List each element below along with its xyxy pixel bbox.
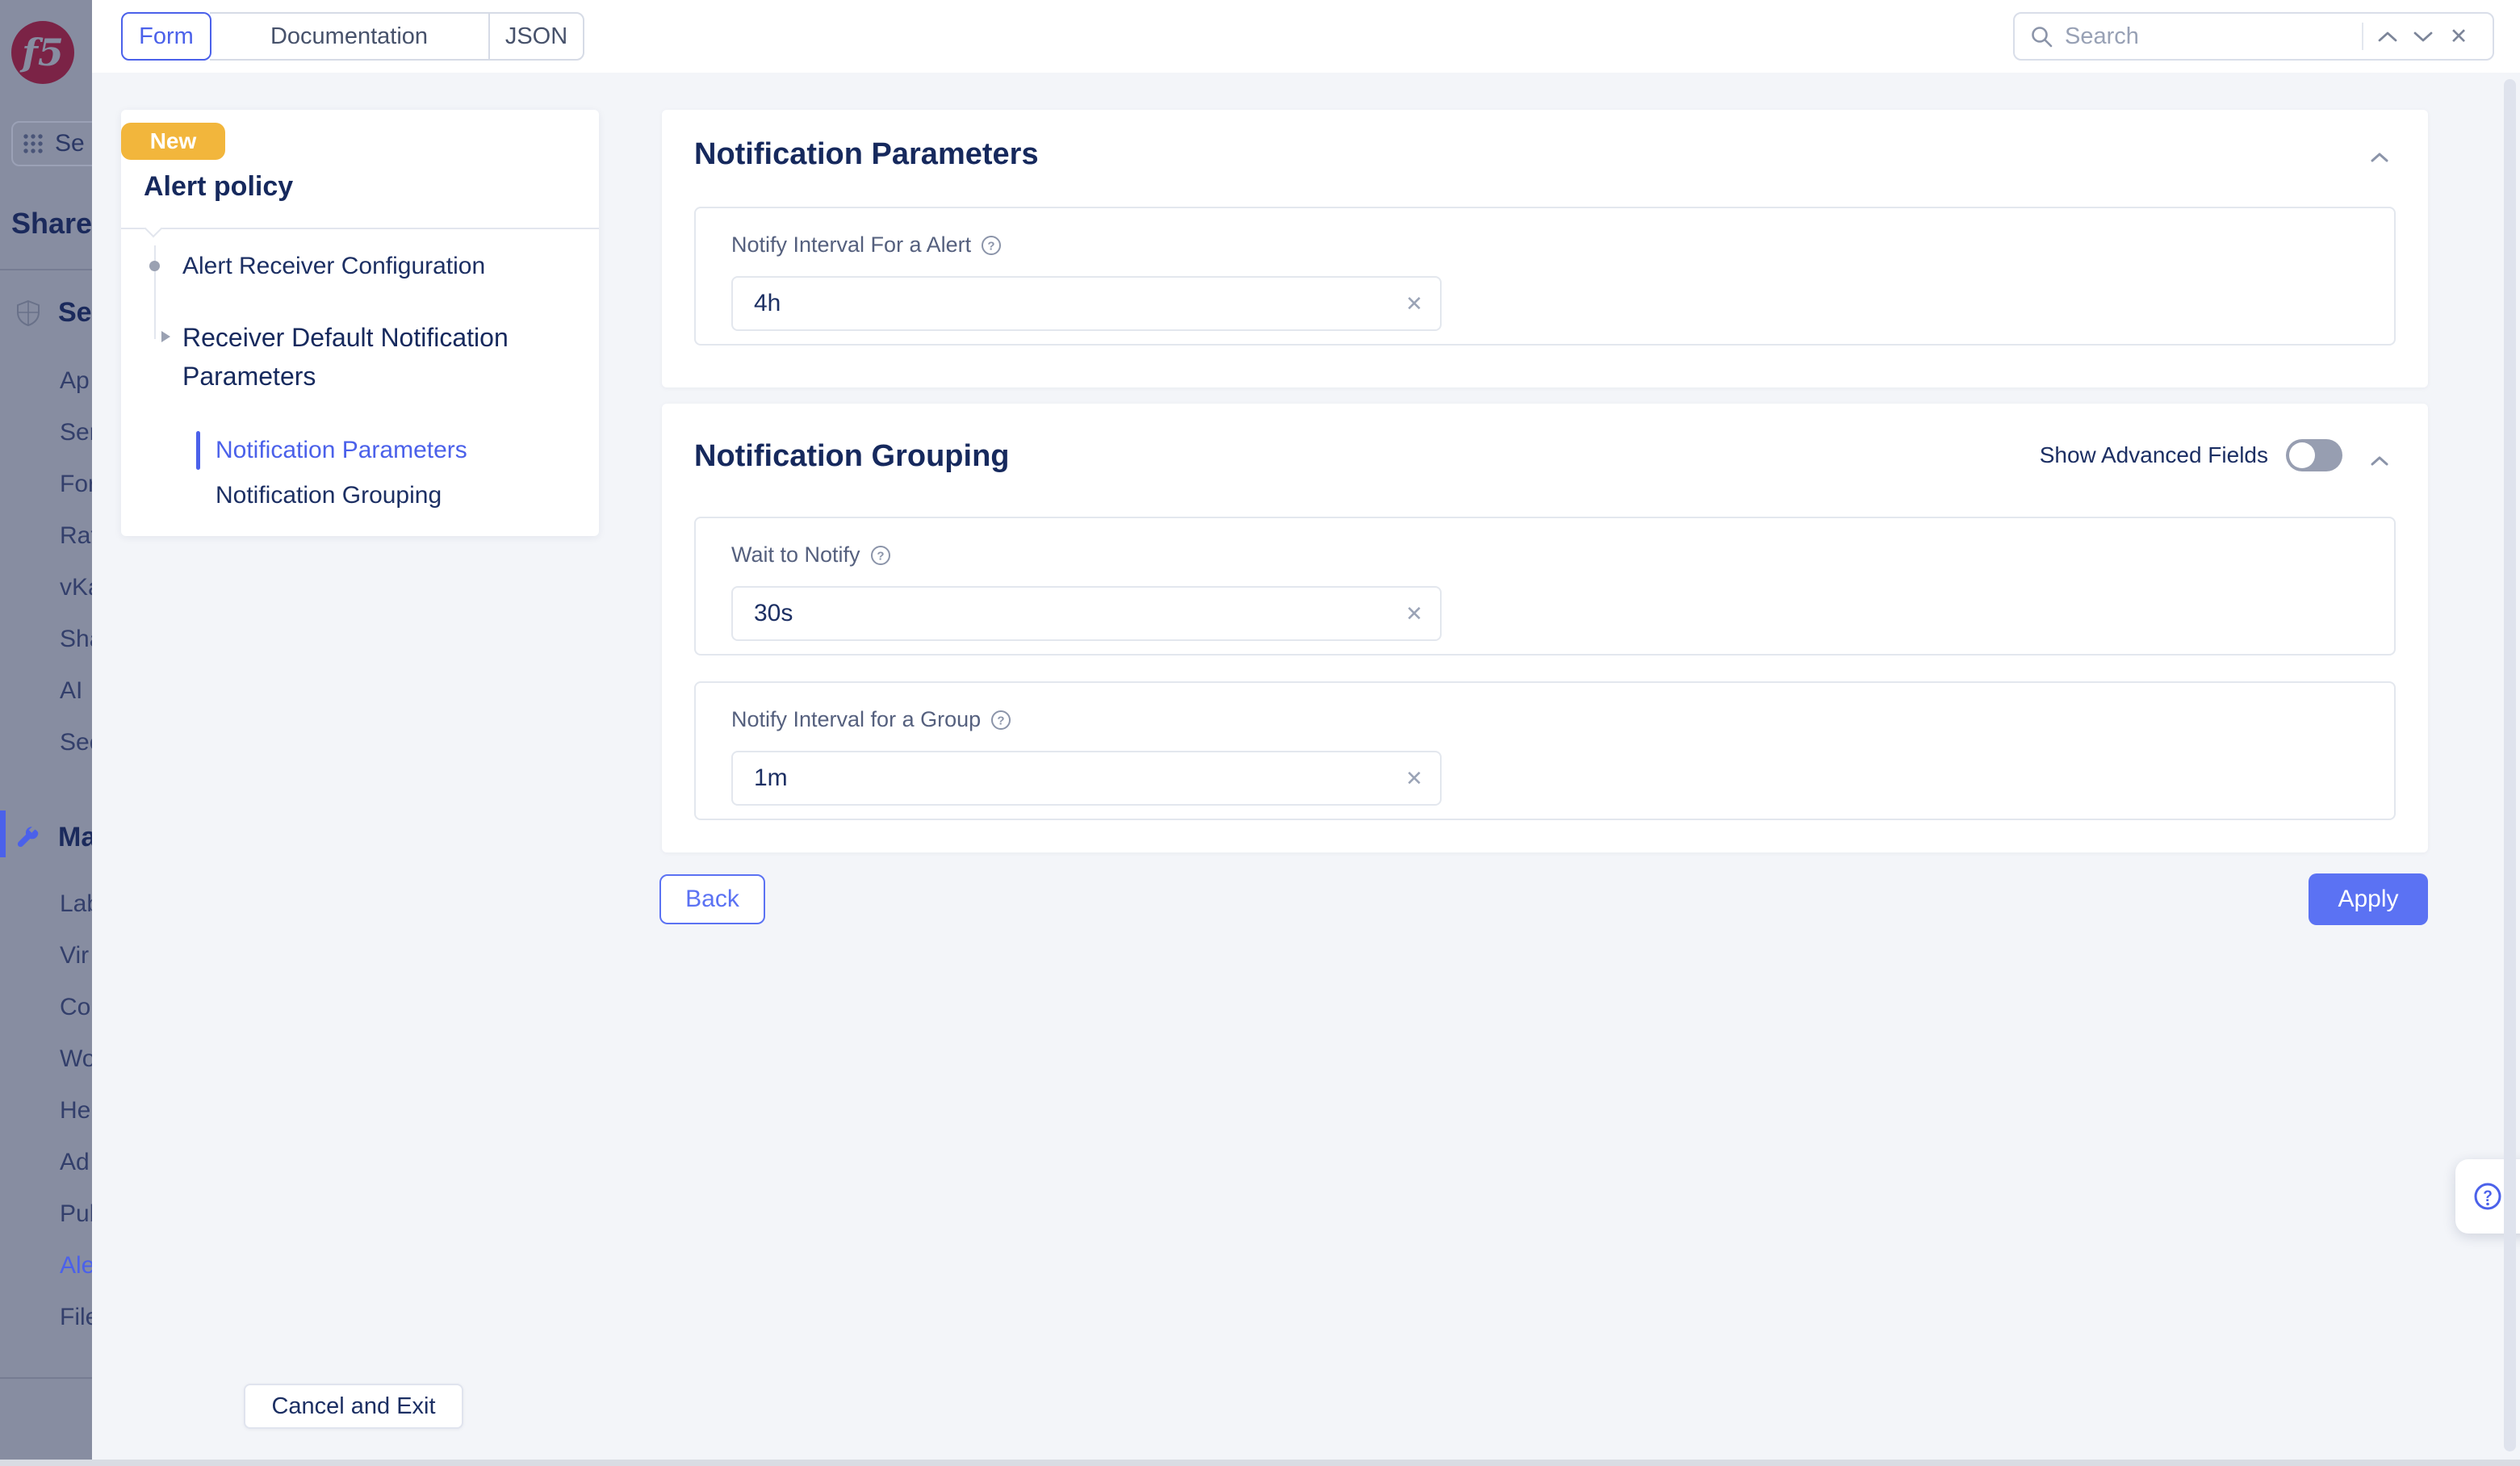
section-title: Notification Parameters: [694, 137, 1039, 172]
vertical-scrollbar[interactable]: [2504, 79, 2516, 1451]
notify-interval-group-input[interactable]: [731, 751, 1442, 806]
cancel-and-exit-button[interactable]: Cancel and Exit: [244, 1384, 463, 1429]
field-label: Wait to Notify: [731, 542, 860, 568]
tab-json[interactable]: JSON: [488, 12, 584, 61]
caret-right-icon: [161, 331, 170, 342]
wizard-nav-receiver-default-notification-parameters[interactable]: Receiver Default Notification Parameters: [121, 318, 591, 396]
sidebar-item[interactable]: Wo: [60, 1045, 92, 1074]
show-advanced-fields-label: Show Advanced Fields: [2040, 442, 2268, 468]
search-divider: [2362, 23, 2363, 50]
clear-input-icon[interactable]: ✕: [1400, 599, 1429, 628]
search-prev-chevron-up-icon[interactable]: [2370, 19, 2405, 54]
bullet-dot-icon: [149, 261, 160, 271]
sidebar-item[interactable]: Sec: [60, 728, 92, 757]
sidebar-item[interactable]: Co: [60, 993, 90, 1022]
field-group: Notify Interval for a Group ? ✕: [694, 681, 2396, 820]
toggle-knob: [2289, 442, 2315, 468]
apply-button[interactable]: Apply: [2309, 873, 2428, 925]
select-service-label: Se: [55, 130, 85, 157]
sidebar-section-manage[interactable]: Ma: [15, 822, 92, 853]
sidebar-item[interactable]: Vir: [60, 941, 89, 970]
help-icon[interactable]: ?: [981, 235, 1002, 256]
grid-icon: [23, 133, 44, 154]
wizard-nav-alert-receiver-configuration[interactable]: Alert Receiver Configuration: [121, 252, 591, 281]
svg-text:?: ?: [998, 714, 1005, 727]
sidebar-section-title: Se: [58, 297, 92, 329]
wizard-panel: New Alert policy Alert Receiver Configur…: [121, 110, 599, 536]
back-button[interactable]: Back: [659, 874, 765, 924]
sidebar-section-title: Ma: [58, 822, 92, 853]
new-badge: New: [121, 123, 225, 160]
sidebar-item[interactable]: Ad: [60, 1148, 90, 1177]
sidebar-item[interactable]: File: [60, 1303, 92, 1332]
notification-grouping-section: Notification Grouping Show Advanced Fiel…: [662, 404, 2428, 852]
sidebar-divider: [0, 1377, 92, 1379]
sidebar-item[interactable]: He: [60, 1096, 90, 1125]
show-advanced-fields-toggle[interactable]: [2286, 439, 2342, 471]
wizard-title: Alert policy: [144, 171, 293, 203]
modal-header: Form Documentation JSON ✕: [92, 0, 2520, 73]
clear-input-icon[interactable]: ✕: [1400, 289, 1429, 318]
svg-text:?: ?: [877, 549, 884, 563]
app-sidebar: f5 Se Share Se Ap Ser For Rat vKa S: [0, 0, 92, 1466]
shield-icon: [16, 299, 40, 327]
wizard-divider-notch: [144, 220, 163, 238]
help-icon[interactable]: ?: [870, 545, 891, 566]
sidebar-item[interactable]: Lab: [60, 890, 92, 919]
shared-configuration-heading: Share: [11, 207, 92, 241]
sidebar-item[interactable]: Ap: [60, 366, 90, 396]
sidebar-item[interactable]: Pub: [60, 1200, 92, 1229]
sidebar-active-indicator: [0, 810, 6, 857]
view-tabs: Form Documentation JSON: [121, 12, 584, 61]
field-group: Notify Interval For a Alert ? ✕: [694, 207, 2396, 346]
search-close-icon[interactable]: ✕: [2441, 19, 2476, 54]
sidebar-item[interactable]: AI: [60, 676, 82, 706]
search-input[interactable]: [2065, 23, 2359, 50]
advanced-fields-control: Show Advanced Fields: [2040, 439, 2342, 471]
notify-interval-alert-input[interactable]: [731, 276, 1442, 331]
sidebar-divider: [0, 269, 92, 270]
wizard-divider: [121, 228, 599, 229]
f5-logo-text: f5: [22, 31, 64, 74]
screen: f5 Se Share Se Ap Ser For Rat vKa S: [0, 0, 2520, 1466]
wait-to-notify-input[interactable]: [731, 586, 1442, 641]
svg-text:?: ?: [988, 239, 995, 253]
select-service-dropdown[interactable]: Se: [11, 121, 92, 166]
field-label: Notify Interval for a Group: [731, 707, 981, 732]
modal-body: New Alert policy Alert Receiver Configur…: [92, 73, 2520, 1466]
wizard-nav-notification-grouping[interactable]: Notification Grouping: [121, 475, 591, 517]
active-item-bar: [196, 431, 200, 470]
sidebar-item[interactable]: vKa: [60, 573, 92, 602]
wrench-icon: [15, 825, 40, 851]
help-icon[interactable]: ?: [990, 710, 1011, 731]
sidebar-item[interactable]: Rat: [60, 521, 92, 551]
field-group: Wait to Notify ? ✕: [694, 517, 2396, 656]
search-next-chevron-down-icon[interactable]: [2405, 19, 2441, 54]
help-circle-icon: ?: [2473, 1182, 2502, 1211]
tab-documentation[interactable]: Documentation: [210, 12, 488, 61]
sidebar-item[interactable]: Sha: [60, 625, 92, 654]
wizard-nav-notification-parameters-active[interactable]: Notification Parameters: [121, 429, 591, 471]
search-bar: ✕: [2013, 12, 2494, 61]
collapse-chevron-up-icon[interactable]: [2363, 449, 2396, 473]
sidebar-item-alerts-active[interactable]: Ale: [60, 1251, 92, 1280]
clear-input-icon[interactable]: ✕: [1400, 764, 1429, 793]
f5-logo[interactable]: f5: [11, 21, 74, 84]
sidebar-item[interactable]: For: [60, 470, 92, 499]
sidebar-section-security[interactable]: Se: [16, 297, 92, 329]
tab-form[interactable]: Form: [121, 12, 211, 61]
search-icon: [2029, 24, 2053, 48]
field-label: Notify Interval For a Alert: [731, 232, 971, 258]
horizontal-scrollbar-track[interactable]: [0, 1460, 2520, 1466]
sidebar-item[interactable]: Ser: [60, 418, 92, 447]
notification-parameters-section: Notification Parameters Notify Interval …: [662, 110, 2428, 387]
section-title: Notification Grouping: [694, 439, 1010, 474]
alert-policy-modal: Form Documentation JSON ✕: [92, 0, 2520, 1466]
collapse-chevron-up-icon[interactable]: [2363, 145, 2396, 170]
